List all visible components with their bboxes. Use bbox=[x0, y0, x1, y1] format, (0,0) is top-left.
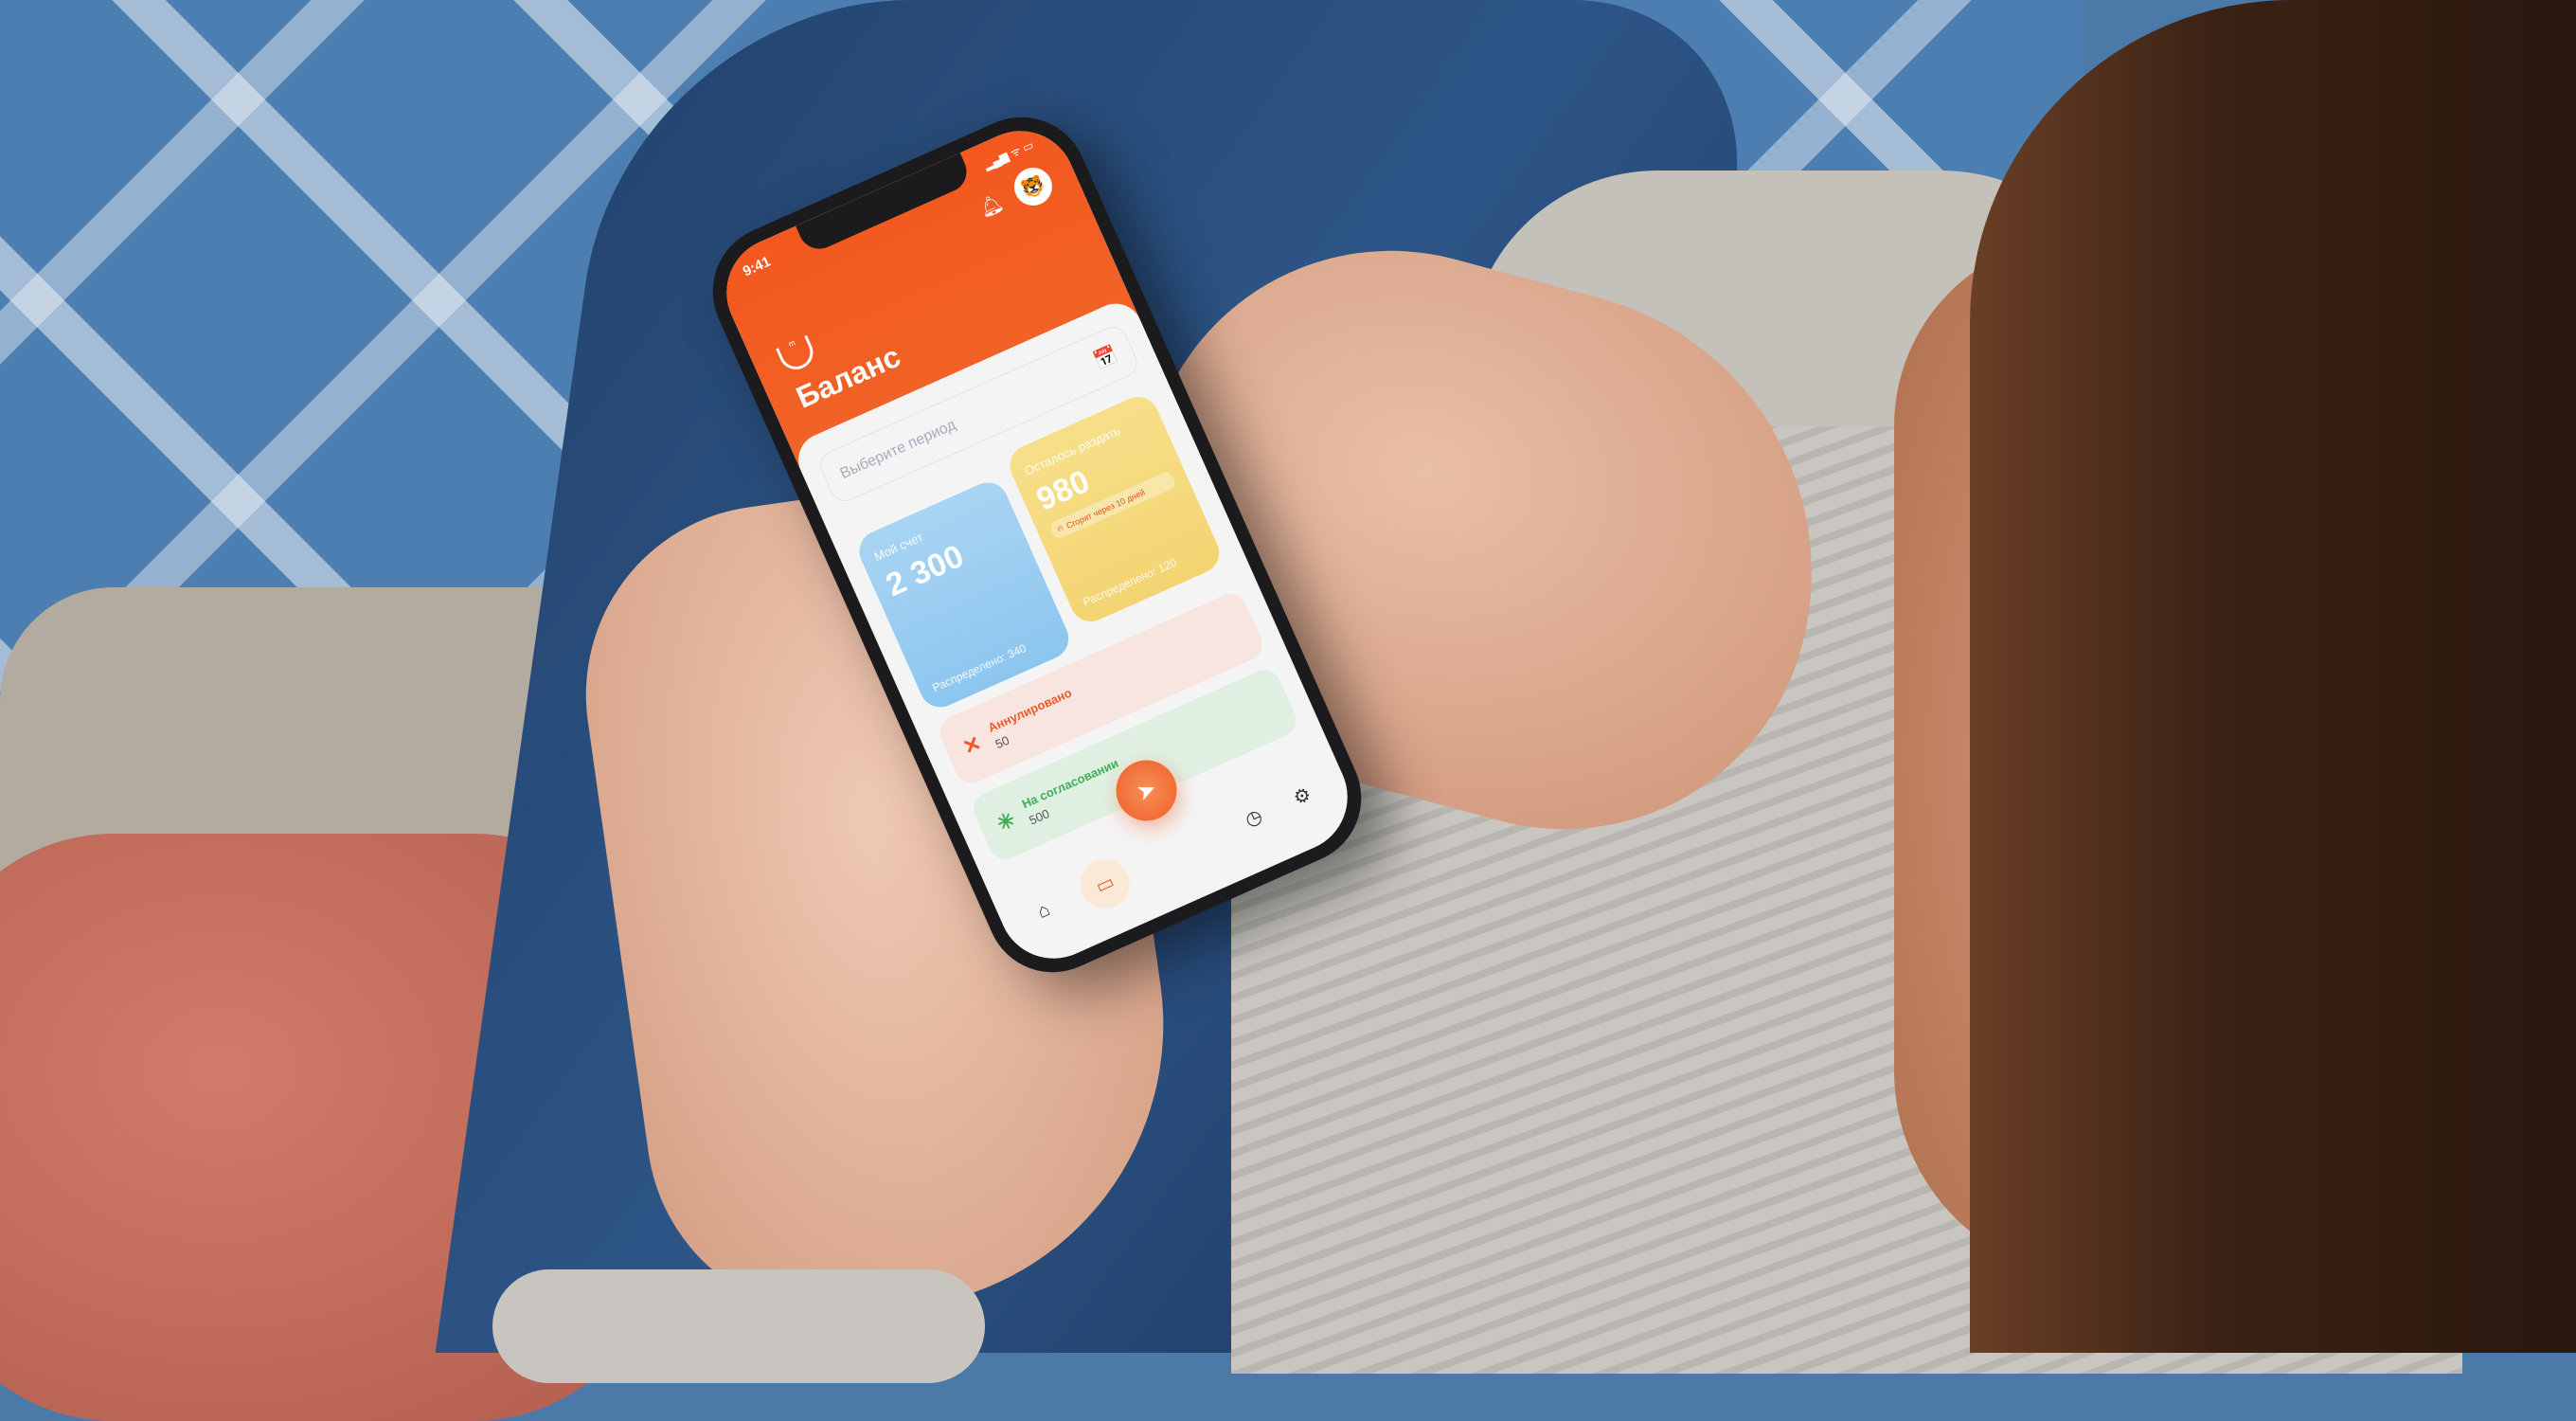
close-icon: ✕ bbox=[958, 730, 985, 760]
bell-icon[interactable]: 🔔︎ bbox=[975, 190, 1007, 222]
sleeve-cuff bbox=[492, 1269, 985, 1383]
avatar[interactable]: 🐯 bbox=[1008, 161, 1059, 212]
home-icon[interactable]: ⌂ bbox=[1034, 899, 1053, 924]
history-icon[interactable]: ◷ bbox=[1241, 803, 1265, 832]
cards-icon[interactable]: ▭ bbox=[1072, 851, 1137, 917]
gear-icon[interactable]: ⚙ bbox=[1290, 782, 1315, 810]
card-sub: Распределено: 340 bbox=[930, 640, 1029, 695]
paw-logo-icon: ᵐ bbox=[776, 334, 819, 375]
flame-icon: 🔥︎ bbox=[1055, 522, 1065, 534]
nav-spacer bbox=[1160, 836, 1212, 858]
calendar-icon[interactable]: 📅 bbox=[1090, 342, 1121, 373]
spinner-icon: ✳ bbox=[993, 806, 1019, 836]
period-placeholder: Выберите период bbox=[837, 416, 958, 483]
card-sub: Распределено: 120 bbox=[1081, 555, 1179, 609]
background-hair bbox=[1970, 0, 2576, 1353]
status-time: 9:41 bbox=[740, 253, 774, 280]
